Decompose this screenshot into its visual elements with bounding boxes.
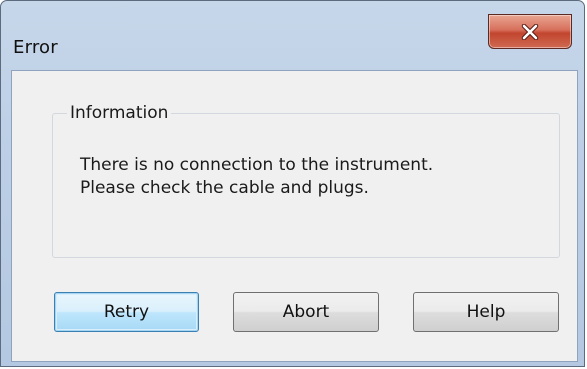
retry-button[interactable]: Retry [54,292,199,332]
groupbox-legend: Information [67,104,172,122]
dialog-body: Information There is no connection to th… [11,70,578,362]
message-line-2: Please check the cable and plugs. [80,178,369,198]
error-message: There is no connection to the instrument… [80,154,433,200]
title-bar[interactable]: Error [1,1,584,71]
close-icon [521,23,539,40]
information-groupbox: Information There is no connection to th… [52,104,560,258]
error-dialog-window: Error Information There is no connection… [0,0,585,367]
message-line-1: There is no connection to the instrument… [80,155,434,175]
help-button[interactable]: Help [413,292,559,332]
close-button[interactable] [488,14,572,49]
abort-button[interactable]: Abort [233,292,379,332]
window-title: Error [13,37,58,58]
